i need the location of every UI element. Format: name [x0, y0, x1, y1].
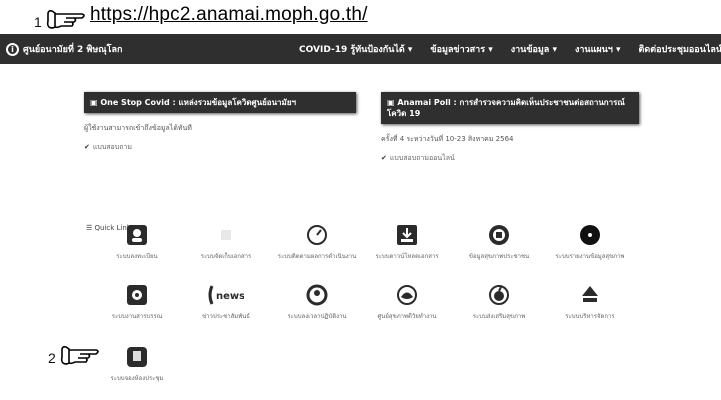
tile-label: ศูนย์สุขภาพดีวัยทำงาน — [377, 313, 437, 320]
user-icon — [126, 224, 148, 246]
panel-one-stop-covid: ▣ One Stop Covid : แหล่งรวมข้อมูลโควิดศู… — [84, 92, 356, 153]
tile-label: ข้อมูลสุขภาพประชาชน — [468, 253, 530, 260]
tile-label: ระบบจองห้องประชุม — [110, 375, 164, 382]
gear-box-icon — [126, 284, 148, 306]
panel-link[interactable]: ✔ แบบสอบถาม — [84, 142, 356, 153]
nav-item-news[interactable]: ข้อมูลข่าวสาร ▾ — [430, 42, 492, 56]
info-circle-icon: i — [6, 42, 19, 56]
book-icon — [126, 346, 148, 368]
website-url-link[interactable]: https://hpc2.anamai.moph.go.th/ — [90, 4, 368, 26]
callout-2: 2 — [48, 344, 102, 372]
chat-icon — [488, 224, 510, 246]
check-icon: ✔ — [84, 143, 90, 151]
panel-heading: ▣ Anamai Poll : การสำรวจความคิดเห็นประชา… — [381, 92, 639, 124]
quick-link-tile[interactable]: ระบบจองห้องประชุม — [92, 346, 182, 383]
pointing-hand-icon — [46, 8, 88, 36]
tile-label: ระบบดาวน์โหลดเอกสาร — [375, 253, 439, 260]
pointing-hand-icon — [60, 344, 102, 372]
blank-icon — [215, 224, 237, 246]
tile-label: ระบบบริหารจัดการ — [565, 313, 615, 320]
panel-text: ครั้งที่ 4 ระหว่างวันที่ 10-23 สิงหาคม 2… — [381, 135, 514, 143]
tile-label: ระบบส่งเสริมสุขภาพ — [472, 313, 526, 320]
gauge-icon — [306, 224, 328, 246]
quick-link-tile[interactable]: ศูนย์สุขภาพดีวัยทำงาน — [362, 284, 452, 321]
callout-number: 1 — [34, 14, 42, 30]
callout-1: 1 — [34, 8, 88, 36]
quick-link-tile[interactable]: ระบบติดตามผลการดำเนินงาน — [272, 224, 362, 261]
tile-label: ระบบจัดเก็บเอกสาร — [200, 253, 252, 260]
panel-link-label: แบบสอบถาม — [92, 143, 132, 151]
quick-link-tile[interactable]: ระบบดาวน์โหลดเอกสาร — [362, 224, 452, 261]
tile-label: ระบบรายงานข้อมูลสุขภาพ — [555, 253, 625, 260]
nav-item-plan[interactable]: งานแผนฯ ▾ — [575, 42, 621, 56]
lotus-icon — [396, 284, 418, 306]
tile-label: ข่าวประชาสัมพันธ์ — [202, 313, 250, 320]
fruit-icon — [488, 284, 510, 306]
disc-icon — [579, 224, 601, 246]
tile-label: ระบบลงเวลาปฏิบัติงาน — [287, 313, 347, 320]
panel-text: ผู้ใช้งานสามารถเข้าถึงข้อมูลได้ทันที — [84, 124, 192, 132]
svg-text:news: news — [216, 291, 244, 302]
panel-heading: ▣ One Stop Covid : แหล่งรวมข้อมูลโควิดศู… — [84, 92, 356, 113]
panel-link-label: แบบสอบถามออนไลน์ — [389, 154, 455, 162]
nav-menu: COVID-19 รู้ทันป้องกันได้ ▾ ข้อมูลข่าวสา… — [290, 34, 721, 64]
quick-link-tile[interactable]: ข้อมูลสุขภาพประชาชน — [454, 224, 544, 261]
quick-link-tile[interactable]: ระบบงานสารบรรณ — [92, 284, 182, 321]
quick-link-tile[interactable]: ระบบจัดเก็บเอกสาร — [181, 224, 271, 261]
logo-icon — [579, 284, 601, 306]
callout-number: 2 — [48, 350, 56, 366]
quick-link-tile[interactable]: ระบบลงเวลาปฏิบัติงาน — [272, 284, 362, 321]
tile-label: ระบบลงทะเบียน — [116, 253, 158, 260]
quick-link-tile[interactable]: ระบบลงทะเบียน — [92, 224, 182, 261]
news-icon: news — [208, 284, 244, 306]
download-icon — [396, 224, 418, 246]
quick-link-tile[interactable]: ระบบบริหารจัดการ — [545, 284, 635, 321]
tile-label: ระบบงานสารบรรณ — [111, 313, 163, 320]
top-navbar: i ศูนย์อนามัยที่ 2 พิษณุโลก COVID-19 รู้… — [0, 34, 721, 64]
brand[interactable]: i ศูนย์อนามัยที่ 2 พิษณุโลก — [6, 42, 122, 56]
tile-label: ระบบติดตามผลการดำเนินงาน — [277, 253, 357, 260]
panel-anamai-poll: ▣ Anamai Poll : การสำรวจความคิดเห็นประชา… — [381, 92, 639, 164]
check-icon: ✔ — [381, 154, 387, 162]
nav-item-covid[interactable]: COVID-19 รู้ทันป้องกันได้ ▾ — [299, 42, 412, 56]
quick-link-tile[interactable]: ระบบรายงานข้อมูลสุขภาพ — [545, 224, 635, 261]
quick-link-tile[interactable]: ระบบส่งเสริมสุขภาพ — [454, 284, 544, 321]
face-icon — [306, 284, 328, 306]
nav-item-meeting[interactable]: ติดต่อประชุมออนไลน์ — [639, 42, 721, 56]
brand-title: ศูนย์อนามัยที่ 2 พิษณุโลก — [23, 45, 123, 55]
panel-link[interactable]: ✔ แบบสอบถามออนไลน์ — [381, 153, 639, 164]
quick-link-tile[interactable]: news ข่าวประชาสัมพันธ์ — [181, 284, 271, 321]
nav-item-data[interactable]: งานข้อมูล ▾ — [511, 42, 557, 56]
